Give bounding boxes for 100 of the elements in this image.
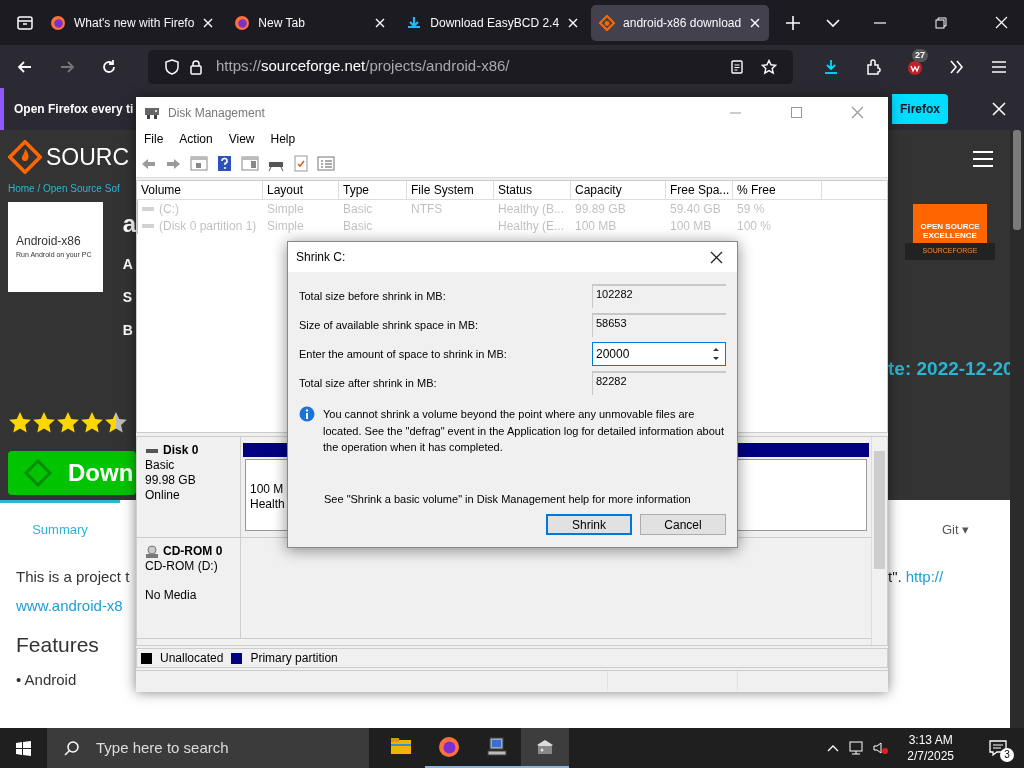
table-cell: 100 MB: [575, 217, 617, 234]
reload-icon[interactable]: [100, 57, 118, 76]
browser-tab[interactable]: android-x86 download: [591, 4, 770, 41]
checklist-icon[interactable]: [293, 155, 309, 172]
table-cell: Simple: [267, 200, 304, 217]
dialog-button[interactable]: Cancel: [640, 514, 726, 535]
star-icon: [8, 410, 32, 435]
shield-icon[interactable]: [164, 58, 180, 75]
menu-item[interactable]: Help: [270, 130, 296, 148]
page-tab[interactable]: Git ▾: [888, 500, 1008, 556]
field-label: Size of available shrink space in MB:: [299, 317, 479, 333]
readonly-field: 82282: [592, 371, 726, 395]
close-icon[interactable]: [710, 250, 723, 264]
column-header[interactable]: File System: [407, 181, 494, 199]
menu-item[interactable]: File: [144, 130, 164, 148]
search-field[interactable]: Type here to search: [47, 728, 369, 768]
column-header[interactable]: % Free: [733, 181, 822, 199]
column-header[interactable]: Volume: [137, 181, 263, 199]
browser-tab[interactable]: New Tab: [226, 4, 395, 41]
disk-info: 99.98 GB: [145, 473, 197, 488]
count-badge: 27: [912, 48, 928, 62]
maximize-icon[interactable]: [790, 106, 803, 119]
default-button[interactable]: Shrink: [546, 514, 632, 535]
heading-fragment: A: [122, 254, 134, 274]
panel-icon[interactable]: [241, 155, 259, 172]
menu-icon[interactable]: [972, 150, 994, 168]
browser-tab[interactable]: Download EasyBCD 2.4: [398, 4, 588, 41]
badge-text: OPEN SOURCE: [919, 222, 981, 231]
table-cell: Basic: [343, 217, 373, 234]
firefox-icon: [234, 14, 251, 31]
download-icon[interactable]: [822, 57, 840, 76]
windows-logo-icon[interactable]: [15, 739, 32, 757]
scrollbar[interactable]: [1010, 130, 1024, 728]
speaker-muted-icon[interactable]: [872, 740, 890, 756]
table-cell: 100 %: [737, 217, 772, 234]
column-header[interactable]: Status: [494, 181, 571, 199]
help-icon[interactable]: [216, 155, 233, 172]
notification-button[interactable]: Firefox: [892, 94, 948, 124]
download-icon: [406, 14, 423, 31]
field-label: Enter the amount of space to shrink in MB:: [299, 346, 507, 362]
close-icon[interactable]: [567, 16, 580, 29]
browser-tab[interactable]: What's new with Firefo: [42, 4, 223, 41]
cd-drive-icon: [145, 544, 159, 559]
star-icon: [104, 410, 128, 435]
notifications-icon[interactable]: [988, 738, 1008, 758]
help-text: See "Shrink a basic volume" in Disk Management help for more information: [324, 491, 692, 507]
column-header[interactable]: Type: [339, 181, 407, 199]
disk-label[interactable]: Disk 0 Basic 99.98 GB Online: [137, 437, 241, 538]
partition-info: Health: [250, 497, 284, 512]
partition-info: 100 M: [250, 482, 284, 497]
table-cell: Simple: [267, 217, 304, 234]
heading-fragment: S: [122, 287, 133, 307]
disk-info: No Media: [145, 588, 198, 603]
field-label: Total size before shrink in MB:: [299, 288, 446, 304]
computer-icon: [485, 735, 509, 759]
scrollbar[interactable]: [871, 437, 887, 645]
column-header[interactable]: Layout: [263, 181, 339, 199]
disk-label[interactable]: CD-ROM 0 CD-ROM (D:) No Media: [137, 538, 241, 639]
restore-icon[interactable]: [935, 16, 947, 29]
disk-name: Disk 0: [163, 443, 199, 458]
puzzle-icon[interactable]: [864, 57, 882, 76]
clock[interactable]: 3:13 AM 2/7/2025: [907, 732, 954, 764]
legend-label: Unallocated: [160, 650, 224, 667]
table-cell: 99.89 GB: [575, 200, 626, 217]
project-title: Android-x86: [16, 233, 82, 251]
breadcrumb-link[interactable]: Home / Open Source Sof: [8, 180, 120, 196]
lock-icon: [188, 58, 204, 75]
clock-time: 3:13 AM: [908, 732, 953, 748]
column-header[interactable]: Capacity: [571, 181, 666, 199]
close-icon[interactable]: [749, 16, 762, 29]
star-icon: [80, 410, 104, 435]
star-icon: [32, 410, 56, 435]
firefox-icon: [50, 14, 66, 31]
logo-text: SOURC: [46, 143, 130, 172]
description-text: t".: [888, 567, 902, 587]
taskbar-app[interactable]: [521, 728, 569, 768]
info-text: You cannot shrink a volume beyond the point where any unmovable files are located. See the "defrag" event in the Application log for detailed information about the operation when it has completed.: [323, 407, 726, 455]
list-item: • Android: [16, 669, 77, 690]
number-field[interactable]: 20000: [592, 342, 726, 366]
column-header[interactable]: Free Spa...: [666, 181, 733, 199]
address-bar[interactable]: https://sourceforge.net/projects/android-x86/: [148, 49, 793, 84]
window-icon[interactable]: [190, 155, 208, 172]
search-icon: [63, 739, 80, 757]
menu-item[interactable]: Action: [179, 130, 213, 148]
dialog-title: Shrink C:: [296, 249, 346, 266]
heading-fragment: B: [122, 320, 134, 340]
star-icon[interactable]: [761, 58, 777, 75]
star-icon: [56, 410, 80, 435]
network-icon[interactable]: [848, 740, 865, 756]
table-cell: 59.40 GB: [670, 200, 721, 217]
disk-info: Online: [145, 488, 181, 503]
new-tab-icon[interactable]: [785, 14, 802, 31]
table-cell: 59 %: [737, 200, 765, 217]
table-cell: Healthy (B...: [498, 200, 565, 217]
menu-item[interactable]: View: [228, 130, 255, 148]
description-text: This is a project t: [16, 567, 130, 587]
tab-list-icon[interactable]: [16, 13, 34, 32]
reader-view-icon[interactable]: [729, 58, 745, 75]
field-label: Total size after shrink in MB:: [299, 375, 437, 391]
table-cell: Healthy (E...: [498, 217, 565, 234]
